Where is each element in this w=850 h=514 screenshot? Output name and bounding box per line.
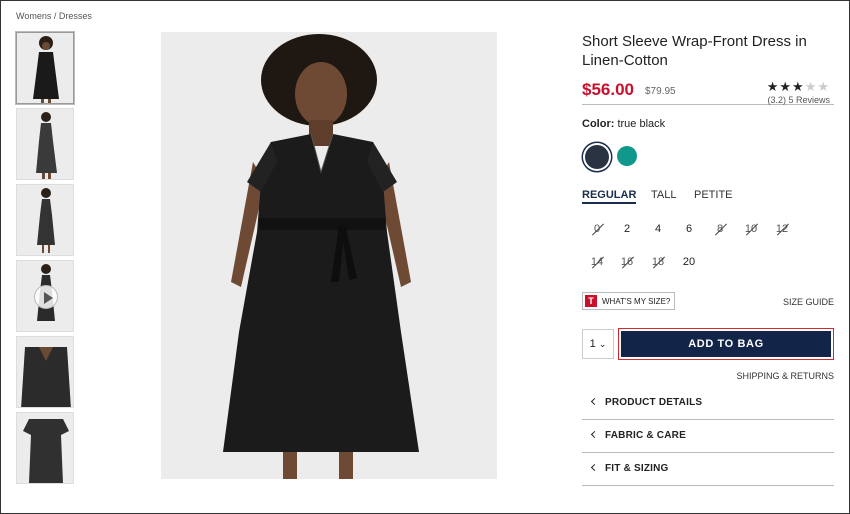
breadcrumb[interactable]: Womens / Dresses [16, 11, 92, 21]
color-label: Color: true black [582, 118, 834, 130]
size-option-14[interactable]: 14 [586, 256, 608, 268]
star-icon: ★ [766, 79, 780, 94]
shipping-returns-link[interactable]: SHIPPING & RETURNS [736, 371, 834, 381]
thumbnail-side[interactable] [16, 108, 74, 180]
chevron-left-icon [590, 463, 599, 472]
thumbnail-video[interactable] [16, 260, 74, 332]
thumbnail-detail[interactable] [16, 336, 74, 408]
tab-regular[interactable]: REGULAR [582, 189, 637, 204]
reviews-link[interactable]: (3.2) 5 Reviews [767, 95, 830, 105]
color-swatches [582, 145, 834, 171]
size-option-10[interactable]: 10 [740, 223, 762, 235]
thumbnail-front[interactable] [16, 32, 74, 104]
fit-tabs: REGULAR TALL PETITE [582, 189, 834, 207]
rating-stars[interactable]: ★★★★★ [767, 79, 830, 95]
thumbnail-flat[interactable] [16, 412, 74, 484]
purchase-row: 1 ⌄ ADD TO BAG [582, 328, 834, 363]
accordion-product-details[interactable]: PRODUCT DETAILS [582, 387, 834, 420]
quantity-select[interactable]: 1 ⌄ [582, 329, 614, 359]
price-row: $56.00 $79.95 ★★★★★ (3.2) 5 Reviews [582, 74, 834, 105]
size-option-2[interactable]: 2 [616, 223, 638, 235]
chevron-left-icon [590, 397, 599, 406]
size-option-12[interactable]: 12 [771, 223, 793, 235]
star-icon: ★ [804, 79, 818, 94]
product-title: Short Sleeve Wrap-Front Dress in Linen-C… [582, 33, 807, 69]
size-grid: 0 2 4 6 8 10 12 14 16 18 20 [582, 211, 834, 281]
size-option-8[interactable]: 8 [709, 223, 731, 235]
star-icon: ★ [817, 79, 830, 94]
size-option-0[interactable]: 0 [586, 223, 608, 235]
chevron-down-icon: ⌄ [598, 339, 607, 349]
tab-tall[interactable]: TALL [651, 189, 676, 201]
accordion-label: FABRIC & CARE [605, 430, 686, 441]
size-option-16[interactable]: 16 [616, 256, 638, 268]
size-option-4[interactable]: 4 [647, 223, 669, 235]
color-value: true black [617, 118, 666, 130]
add-to-bag-button[interactable]: ADD TO BAG [618, 328, 834, 360]
sale-price: $56.00 [582, 80, 634, 99]
tab-petite[interactable]: PETITE [694, 189, 733, 201]
product-info-panel: Short Sleeve Wrap-Front Dress in Linen-C… [582, 32, 834, 486]
true-fit-logo-icon: T [585, 295, 597, 307]
size-option-18[interactable]: 18 [647, 256, 669, 268]
accordion-fit-sizing[interactable]: FIT & SIZING [582, 453, 834, 486]
swatch-true-black[interactable] [585, 145, 609, 169]
whats-my-size-label: WHAT'S MY SIZE? [602, 296, 671, 306]
color-label-prefix: Color: [582, 118, 615, 130]
original-price: $79.95 [645, 86, 676, 97]
add-to-bag-label: ADD TO BAG [621, 331, 831, 357]
size-guide-link[interactable]: SIZE GUIDE [783, 297, 834, 307]
thumbnail-list [16, 32, 76, 488]
thumbnail-full[interactable] [16, 184, 74, 256]
whats-my-size-button[interactable]: T WHAT'S MY SIZE? [582, 292, 676, 310]
size-option-20[interactable]: 20 [678, 256, 700, 268]
quantity-value: 1 [589, 338, 596, 350]
swatch-teal[interactable] [617, 146, 637, 166]
accordion-label: PRODUCT DETAILS [605, 397, 703, 408]
accordion-fabric-care[interactable]: FABRIC & CARE [582, 420, 834, 453]
star-icon: ★ [792, 79, 805, 94]
play-icon[interactable] [34, 285, 58, 309]
accordion-label: FIT & SIZING [605, 463, 669, 474]
size-option-6[interactable]: 6 [678, 223, 700, 235]
product-main-image[interactable] [161, 32, 497, 479]
star-icon: ★ [779, 79, 793, 94]
chevron-left-icon [590, 430, 599, 439]
